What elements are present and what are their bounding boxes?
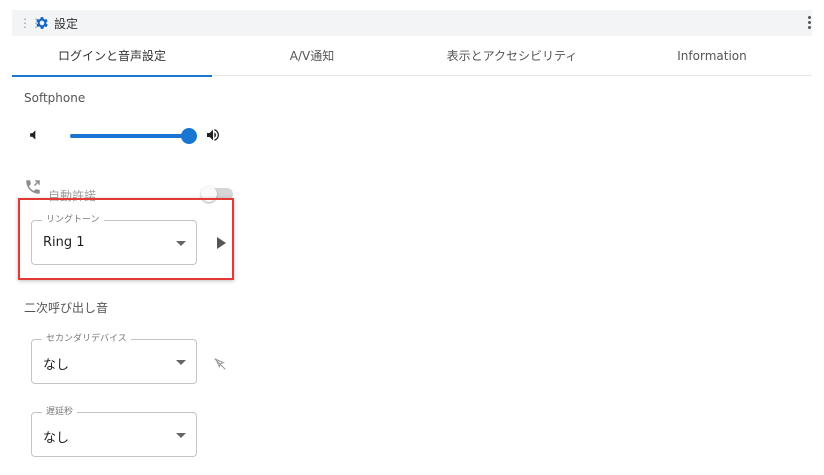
tab-display-accessibility[interactable]: 表示とアクセシビリティ [412,36,612,76]
volume-slider-track[interactable] [70,134,190,138]
ringtone-legend: リングトーン [42,214,104,226]
title-bar: ⋮⋮ 設定 [12,10,812,36]
volume-row [24,125,224,147]
tab-av-notification[interactable]: A/V通知 [212,36,412,76]
play-icon[interactable] [217,237,226,249]
secondary-device-value: なし [43,358,70,373]
tab-bar: ログインと音声設定 A/V通知 表示とアクセシビリティ Information [12,36,812,77]
tab-information[interactable]: Information [612,36,812,76]
ringtone-select[interactable]: リングトーン Ring 1 [31,214,197,265]
volume-slider-thumb[interactable] [181,128,197,144]
volume-low-icon [30,130,36,140]
chevron-down-icon [176,433,186,438]
secondary-device-select[interactable]: セカンダリデバイス なし [31,333,197,384]
tab-login-audio[interactable]: ログインと音声設定 [12,36,212,77]
kebab-menu-icon[interactable] [806,15,812,31]
volume-high-icon [207,129,219,141]
delay-legend: 遅延秒 [42,406,78,418]
secondary-ring-label: 二次呼び出し音 [24,301,109,315]
gear-icon [36,17,48,29]
chevron-down-icon [176,360,186,365]
settings-panel: ⋮⋮ 設定 ログインと音声設定 A/V通知 表示とアクセシビリティ Inform… [12,10,812,475]
chevron-down-icon [176,241,186,246]
phone-icon [26,180,40,194]
ringtone-value: Ring 1 [43,235,85,250]
cursor-off-icon[interactable] [212,356,228,372]
softphone-label: Softphone [24,91,86,105]
delay-value: なし [43,431,70,446]
window-title: 設定 [54,17,79,31]
secondary-device-legend: セカンダリデバイス [42,333,131,345]
delay-select[interactable]: 遅延秒 なし [31,406,197,457]
drag-handle-icon[interactable]: ⋮⋮ [19,16,42,30]
